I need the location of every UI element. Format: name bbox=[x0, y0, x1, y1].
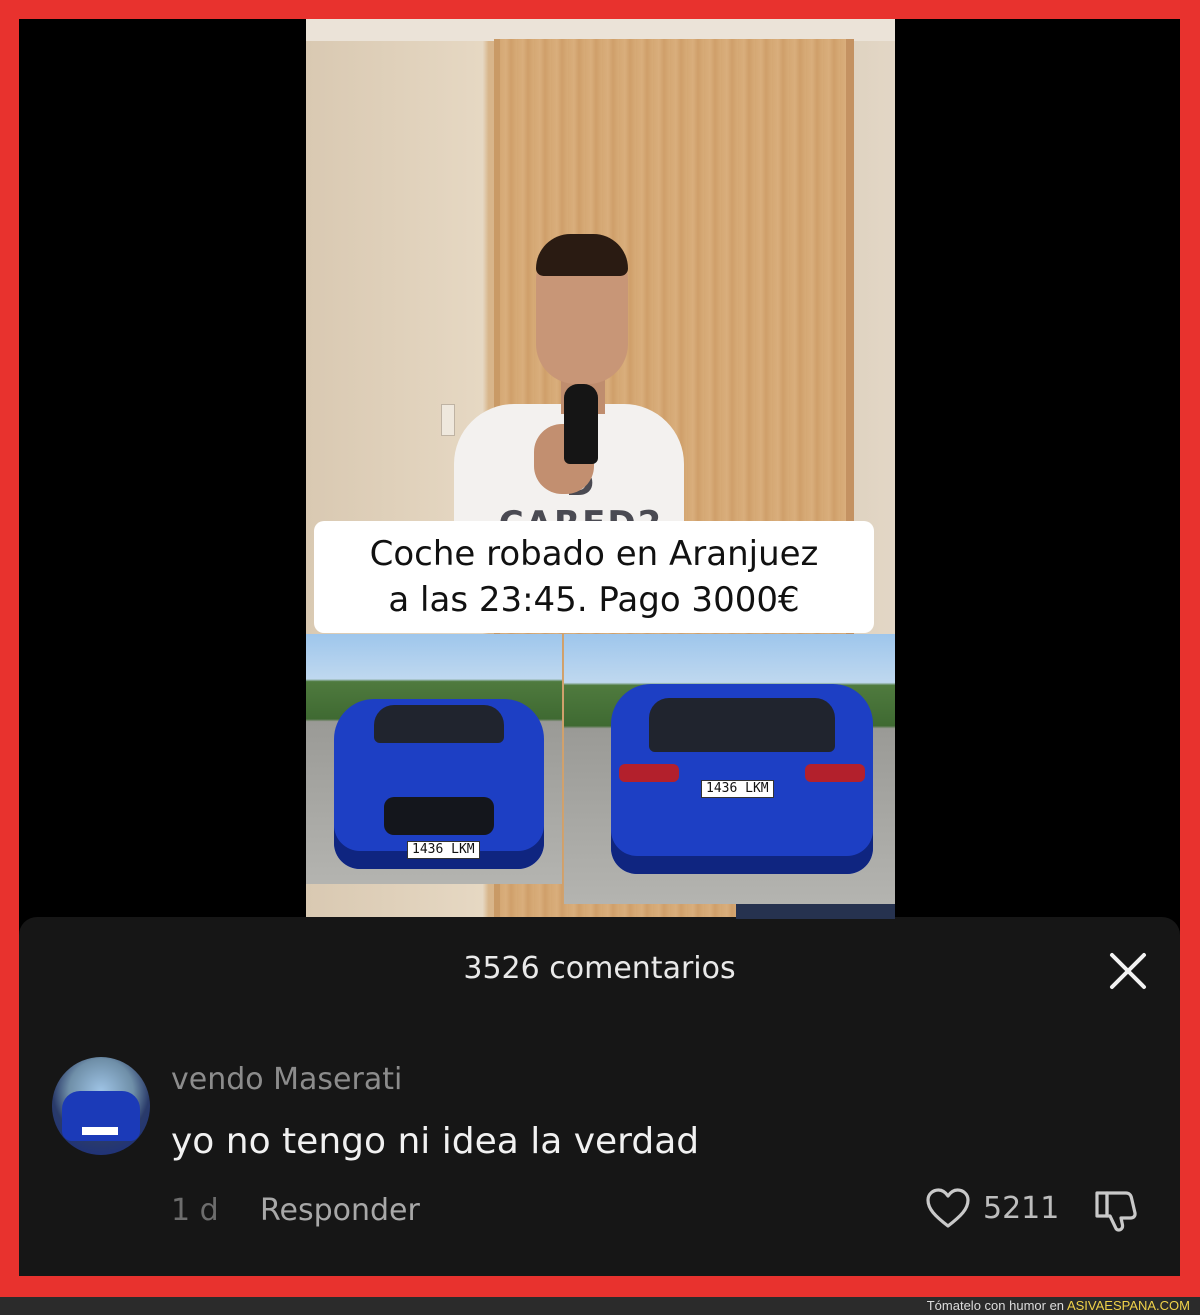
comments-count: 3526 comentarios bbox=[463, 951, 736, 986]
comments-sheet: 3526 comentarios vendo Maserati yo no te… bbox=[19, 917, 1180, 1276]
heart-icon bbox=[926, 1188, 970, 1228]
like-count: 5211 bbox=[983, 1190, 1060, 1226]
taillight-left bbox=[619, 764, 679, 782]
taillight-right bbox=[805, 764, 865, 782]
microphone bbox=[564, 384, 598, 464]
maserati-front: 1436 LKM bbox=[334, 699, 544, 869]
close-icon bbox=[1110, 953, 1146, 989]
windshield bbox=[374, 705, 504, 743]
like-button[interactable]: 5211 bbox=[925, 1187, 1059, 1229]
wall-top bbox=[306, 19, 895, 41]
avatar-plate bbox=[82, 1127, 118, 1135]
footer-brand[interactable]: ASIVAESPANA.COM bbox=[1067, 1298, 1190, 1313]
dislike-icon bbox=[1095, 1191, 1137, 1232]
comment-time: 1 d bbox=[171, 1193, 219, 1228]
comment-text: yo no tengo ni idea la verdad bbox=[171, 1121, 700, 1162]
avatar[interactable] bbox=[52, 1057, 150, 1155]
red-frame: D CARED2 Coche robado en Aranjuez a las … bbox=[0, 0, 1200, 1297]
license-plate-rear: 1436 LKM bbox=[701, 780, 774, 798]
dislike-button[interactable] bbox=[1093, 1189, 1139, 1238]
car-photo-rear: 1436 LKM bbox=[564, 634, 895, 904]
hair bbox=[536, 234, 628, 276]
video-caption: Coche robado en Aranjuez a las 23:45. Pa… bbox=[314, 521, 874, 633]
car-photo-front: 1436 LKM bbox=[306, 634, 562, 884]
caption-line-2: a las 23:45. Pago 3000€ bbox=[388, 580, 800, 620]
license-plate-front: 1436 LKM bbox=[407, 841, 480, 859]
grille bbox=[384, 797, 494, 835]
close-button[interactable] bbox=[1106, 949, 1150, 993]
app-screen: D CARED2 Coche robado en Aranjuez a las … bbox=[19, 19, 1180, 1276]
maserati-rear: 1436 LKM bbox=[611, 684, 873, 874]
footer-text: Tómatelo con humor en bbox=[926, 1298, 1065, 1313]
rear-window bbox=[649, 698, 835, 752]
presenter: D CARED2 bbox=[436, 234, 696, 554]
watermark-footer: Tómatelo con humor en ASIVAESPANA.COM bbox=[0, 1297, 1200, 1315]
reply-button[interactable]: Responder bbox=[260, 1193, 420, 1228]
comment-username[interactable]: vendo Maserati bbox=[171, 1062, 402, 1097]
caption-line-1: Coche robado en Aranjuez bbox=[369, 534, 819, 574]
